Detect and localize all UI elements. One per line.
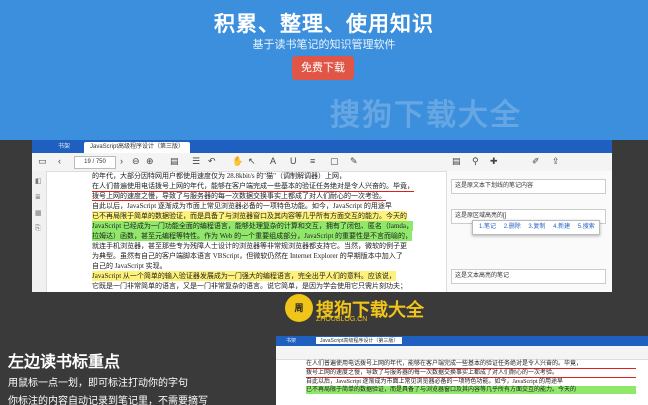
menu-item-search[interactable]: 5.搜索 [578,224,595,230]
thumbnail-icon[interactable]: ▦ [35,209,42,217]
marker-icon[interactable]: ✐ [532,156,540,167]
pen-icon[interactable]: ✎ [350,156,358,167]
prev-page-icon[interactable]: ‹ [58,156,61,166]
watermark: 搜狗下载大全 [330,99,522,132]
feature-subtitle: 用鼠标一点一划，即可标注打动你的字句 [8,378,188,389]
zoom-out-icon[interactable]: ⊖ [132,156,140,167]
note-add-icon[interactable]: ✚ [490,156,498,167]
tab-book[interactable]: JavaScript高级程序设计（第三版） [84,142,191,153]
doc-line: 拨号上网的速度之慢，导致了与服务器的每一次数据交换事实上都成了对人们耐心的一次考… [92,191,386,201]
page-input[interactable]: 19 / 750 [74,156,116,169]
next-page-icon[interactable]: › [120,156,123,166]
menu-item-copy[interactable]: 3.复制 [528,224,545,230]
layout-icon[interactable]: ▤ [170,156,179,167]
outline-icon[interactable]: ≣ [35,193,41,201]
search-icon[interactable]: ⚲ [472,156,479,167]
download-button[interactable]: 免费下载 [292,56,354,80]
mini-line: 自此以后，JavaScript 逐渐成为市面上常见浏览器必备的一项特色功能。如今… [306,379,563,385]
logo-badge: 周 [285,294,313,322]
folder-icon[interactable]: ▭ [38,156,47,167]
doc-line: 的年代，大部分因特网用户都使用速度仅为 28.8kbit/s 的"猫"（调制解调… [92,172,347,180]
undo-icon[interactable]: ↶ [208,156,216,167]
highlighted-line: 拉姆达）函数，甚至元编程等特性。作为 Web 的一个重要组成部分，JavaScr… [92,231,413,241]
zoom-in-icon[interactable]: ⊕ [146,156,154,167]
tab-bar: 书架 JavaScript高级程序设计（第三版） [32,140,612,153]
list-icon[interactable]: ☰ [192,156,200,167]
mini-line: 拨号上网的速度之慢，导致了与服务器的每一次数据交换事实上都成了对人们耐心的一次考… [306,369,636,378]
underline-icon[interactable]: U [290,156,297,166]
reader-window: 书架 JavaScript高级程序设计（第三版） ▭ ‹ 19 / 750 › … [32,140,612,292]
tab-bookshelf[interactable]: 书架 [52,142,76,153]
doc-line: 自己的 JavaScript 实现。 [92,262,167,270]
rect-icon[interactable]: ▢ [330,156,339,167]
mini-line: 已不再局限于简单的数据验证，而是具备了与浏览器窗口及其内容等几乎所有方面交互的能… [306,386,636,394]
mini-toolbar [276,346,648,360]
note-list-icon[interactable]: ▤ [452,156,461,167]
export-icon[interactable]: ⇪ [552,156,560,167]
hero-subtitle: 基于读书笔记的知识管理软件 [252,39,396,51]
menu-item-note[interactable]: 1.笔记 [479,224,496,230]
doc-line: 它既是一门非常简单的语言，又是一门非常复杂的语言。说它简单，是因为学会使用它只需… [92,282,407,290]
doc-line: 就连手机浏览器，甚至那些专为残障人士设计的浏览器等非常规浏览器都支持它。当然，微… [92,242,407,250]
mini-tab-bar: 书架 JavaScript高级程序设计（第三版） [276,336,648,346]
underlined-text: 拨号上网的速度之慢，导致了与服务器的每一次数据交换事实上都成了对人们耐心的一次考… [92,192,386,201]
menu-item-new[interactable]: 4.新建 [553,224,570,230]
highlighted-line: 已不再局限于简单的数据验证，而是具备了与浏览器窗口及其内容等几乎所有方面交互的能… [92,211,407,221]
attach-icon[interactable]: ⎘ [35,225,41,233]
context-menu: 1.笔记 2.删除 3.复制 4.新建 5.搜索 [472,220,600,235]
document-page[interactable]: 的年代，大部分因特网用户都使用速度仅为 28.8kbit/s 的"猫"（调制解调… [92,171,432,292]
mini-tab-bookshelf[interactable]: 书架 [286,337,296,344]
cursor-icon[interactable]: ↖ [248,156,256,167]
feature-section: 周 搜狗下载大全 ZHOUBLOG.CN 左边读书标重点 用鼠标一点一划，即可标… [0,292,648,405]
highlighted-line: JavaScript 已经成为一门功能全面的编程语言，能够处理复杂的计算和交互，… [92,221,414,231]
menu-item-delete[interactable]: 2.删除 [504,224,521,230]
note-item[interactable]: 这是文本高亮的笔记 [451,269,606,284]
logo-url: ZHOUBLOG.CN [316,316,368,323]
feature-title: 左边读书标重点 [8,354,121,371]
mini-reader-window: 书架 JavaScript高级程序设计（第三版） 在人们普遍使用电话拨号上网的年… [276,336,648,405]
hero-title: 积累、整理、使用知识 [214,13,434,36]
hand-icon[interactable]: ✋ [232,156,243,167]
left-sidebar: ◧ ≣ ▦ ⎘ [32,171,47,292]
mini-line: 在人们普遍使用电话拨号上网的年代，能够在客户端完成一些基本的验证任务绝对是令人兴… [306,360,636,369]
doc-line: 为典型。虽然有自己的客户端脚本语言 VBScript，但微软仍然在 Intern… [92,252,403,260]
text-highlight-icon[interactable]: A [270,156,276,166]
bookmark-icon[interactable]: ◧ [35,177,42,185]
hero-banner: 积累、整理、使用知识 基于读书笔记的知识管理软件 免费下载 搜狗下载大全 [0,0,648,140]
note-item[interactable]: 这是原文本下划线的笔记内容 [451,179,606,194]
mini-document: 在人们普遍使用电话拨号上网的年代，能够在客户端完成一些基本的验证任务绝对是令人兴… [306,360,636,394]
mini-tab-book[interactable]: JavaScript高级程序设计（第三版） [316,337,403,344]
toolbar: ▭ ‹ 19 / 750 › ⊖ ⊕ ▤ ☰ ↶ ✋ ↖ A U ≡ ▢ ✎ ▤… [32,153,612,172]
highlighted-line: JavaScript 从一个简单的输入验证器发展成为一门强大的编程语言，完全出乎… [92,271,396,281]
doc-line: 自此以后，JavaScript 逐渐成为市面上常见浏览器必备的一项特色功能。如今… [92,202,392,210]
feature-subtitle-2: 你标注的内容自动记录到笔记里，不需要摘写 [8,396,208,405]
strike-icon[interactable]: ≡ [310,156,315,166]
